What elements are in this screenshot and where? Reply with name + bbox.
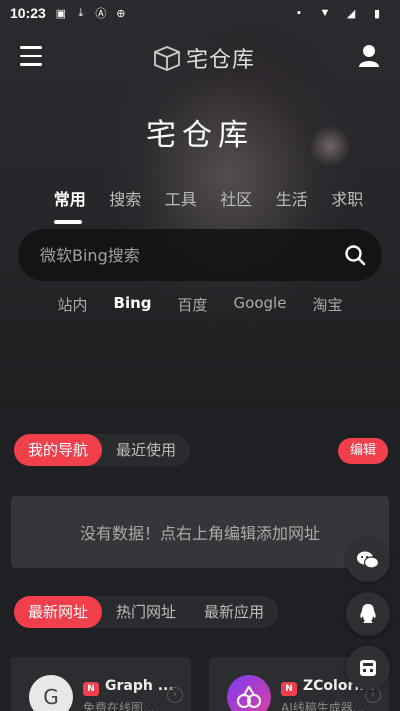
search-bar <box>18 229 382 281</box>
calculator-icon <box>360 660 376 676</box>
calculator-button[interactable] <box>346 646 390 690</box>
image-notification-icon: ▣ <box>55 7 67 20</box>
engine-taobao[interactable]: 淘宝 <box>299 294 355 315</box>
engine-baidu[interactable]: 百度 <box>165 294 221 315</box>
wechat-icon <box>357 551 380 569</box>
tab-community[interactable]: 社区 <box>209 186 265 224</box>
qq-button[interactable] <box>346 592 390 636</box>
nav-tab-group: 我的导航 最近使用 <box>14 434 191 466</box>
cherry-logo-icon <box>227 675 271 711</box>
wechat-button[interactable] <box>346 538 390 582</box>
top-bar: 宅仓库 <box>0 40 400 76</box>
logo-text: 宅仓库 <box>186 48 256 73</box>
briefcase-icon: ▪ <box>297 7 301 19</box>
search-input[interactable] <box>40 245 344 265</box>
new-badge: N <box>281 682 297 696</box>
tab-search[interactable]: 搜索 <box>98 186 154 224</box>
site-card[interactable]: G N Graph ... 免费在线图... › <box>11 657 191 711</box>
menu-icon[interactable] <box>20 46 42 66</box>
status-bar: 10:23 ▣ ⤓ Ⓐ ⊕ ▪ ▼ ◢ ▮ <box>0 0 400 26</box>
nav-section-tabs: 我的导航 最近使用 <box>14 434 191 466</box>
site-avatar: G <box>29 675 73 711</box>
tab-life[interactable]: 生活 <box>264 186 320 224</box>
chevron-right-icon: › <box>167 687 183 703</box>
battery-icon: ▮ <box>373 7 381 20</box>
box-logo-icon <box>154 46 180 71</box>
category-tabs: 常用 搜索 工具 社区 生活 求职 <box>42 186 375 224</box>
engine-bing[interactable]: Bing <box>101 294 165 315</box>
wifi-icon: ▼ <box>319 7 331 19</box>
status-time: 10:23 <box>10 5 46 21</box>
site-description: AI线稿生成器... <box>281 701 365 711</box>
tab-latest-apps[interactable]: 最新应用 <box>190 596 278 628</box>
tab-latest-sites[interactable]: 最新网址 <box>14 596 103 628</box>
engine-google[interactable]: Google <box>221 294 300 315</box>
hero-banner: 宅仓库 宅仓库 常用 搜索 工具 社区 生活 求职 站内 Bing 百度 Goo… <box>0 26 400 406</box>
app-notification-icon-2: ⊕ <box>116 7 126 20</box>
edit-button[interactable]: 编辑 <box>337 438 388 464</box>
tab-recent[interactable]: 最近使用 <box>102 434 190 466</box>
search-engines: 站内 Bing 百度 Google 淘宝 <box>0 294 400 315</box>
tab-tools[interactable]: 工具 <box>153 186 209 224</box>
search-icon[interactable] <box>344 244 366 266</box>
user-icon[interactable] <box>358 44 380 68</box>
sites-tab-group: 最新网址 热门网址 最新应用 <box>14 596 279 628</box>
empty-nav-message: 没有数据！点右上角编辑添加网址 <box>11 496 389 568</box>
site-description: 免费在线图... <box>83 701 155 711</box>
signal-icon: ◢ <box>346 7 356 20</box>
download-icon: ⤓ <box>78 6 84 19</box>
app-notification-icon: Ⓐ <box>95 8 107 20</box>
sites-section-tabs: 最新网址 热门网址 最新应用 <box>14 596 279 628</box>
tab-hot-sites[interactable]: 热门网址 <box>102 596 190 628</box>
new-badge: N <box>83 682 99 696</box>
tab-jobs[interactable]: 求职 <box>320 186 376 224</box>
site-name: Graph ... <box>105 678 174 694</box>
site-title: 宅仓库 <box>146 118 254 153</box>
tab-common[interactable]: 常用 <box>42 186 98 224</box>
tab-my-nav[interactable]: 我的导航 <box>14 434 103 466</box>
qq-icon <box>360 604 376 623</box>
logo[interactable]: 宅仓库 <box>152 42 255 74</box>
engine-site[interactable]: 站内 <box>45 294 101 315</box>
